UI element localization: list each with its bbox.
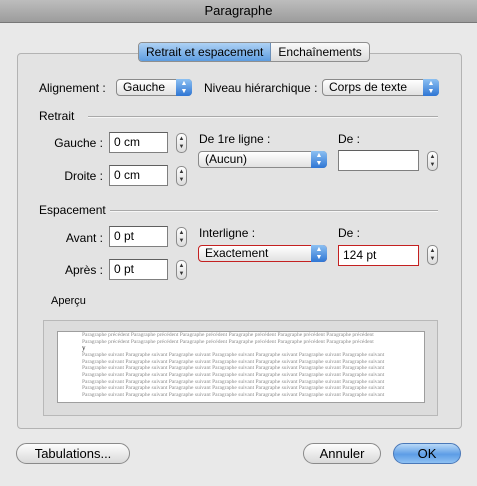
settings-pane: Retrait et espacement Enchaînements Alig… (17, 42, 462, 429)
retrait-de-field[interactable] (338, 150, 419, 171)
retrait-section-label: Retrait (39, 109, 75, 123)
tab-control: Retrait et espacement Enchaînements (138, 42, 370, 62)
alignement-label: Alignement : (39, 81, 106, 95)
apres-field[interactable]: 0 pt (109, 259, 168, 280)
preview-next-line: Paragraphe suivant Paragraphe suivant Pa… (82, 385, 385, 392)
preview-next-line: Paragraphe suivant Paragraphe suivant Pa… (82, 352, 385, 359)
popup-arrows-icon: ▲ ▼ (176, 79, 192, 96)
niveau-label: Niveau hiérarchique : (204, 81, 318, 95)
apercu-preview: Paragraphe précédent Paragraphe précéden… (57, 331, 425, 403)
popup-arrows-icon: ▲ ▼ (311, 245, 327, 262)
retrait-separator (88, 116, 438, 118)
avant-field[interactable]: 0 pt (109, 226, 168, 247)
droite-stepper[interactable]: ▲ ▼ (176, 166, 187, 186)
droite-field[interactable]: 0 cm (109, 165, 168, 186)
preview-current-text: y (82, 344, 86, 353)
preview-next-line: Paragraphe suivant Paragraphe suivant Pa… (82, 358, 385, 365)
retrait-de-stepper[interactable]: ▲ ▼ (427, 151, 438, 171)
tabulations-button[interactable]: Tabulations... (16, 443, 130, 464)
interligne-popup[interactable]: Exactement ▲ ▼ (198, 245, 327, 262)
window-title: Paragraphe (0, 0, 477, 23)
avant-stepper[interactable]: ▲ ▼ (176, 227, 187, 247)
ok-button[interactable]: OK (393, 443, 461, 464)
espacement-de-field[interactable]: 124 pt (338, 245, 419, 266)
apercu-label: Aperçu (51, 295, 86, 307)
annuler-button[interactable]: Annuler (303, 443, 381, 464)
avant-label: Avant : (65, 231, 103, 245)
premiere-ligne-label: De 1re ligne : (199, 132, 271, 146)
gauche-label: Gauche : (54, 136, 103, 150)
premiere-ligne-value: (Aucun) (205, 152, 248, 166)
interligne-value: Exactement (205, 246, 269, 260)
tab-retrait-espacement[interactable]: Retrait et espacement (139, 43, 272, 61)
espacement-de-label: De : (338, 226, 361, 240)
niveau-popup[interactable]: Corps de texte ▲ ▼ (322, 79, 439, 96)
alignement-value: Gauche (123, 80, 166, 94)
espacement-section-label: Espacement (39, 203, 106, 217)
preview-previous-line: Paragraphe précédent Paragraphe précéden… (82, 338, 374, 345)
preview-next-line: Paragraphe suivant Paragraphe suivant Pa… (82, 391, 385, 398)
preview-next-line: Paragraphe suivant Paragraphe suivant Pa… (82, 378, 385, 385)
espacement-separator (110, 210, 438, 212)
popup-arrows-icon: ▲ ▼ (311, 151, 327, 168)
espacement-de-stepper[interactable]: ▲ ▼ (427, 245, 438, 265)
gauche-stepper[interactable]: ▲ ▼ (176, 133, 187, 153)
popup-arrows-icon: ▲ ▼ (423, 79, 439, 96)
tab-enchainements[interactable]: Enchaînements (271, 43, 368, 61)
apres-label: Après : (64, 263, 103, 277)
retrait-de-label: De : (338, 132, 361, 146)
apres-stepper[interactable]: ▲ ▼ (176, 260, 187, 280)
preview-next-line: Paragraphe suivant Paragraphe suivant Pa… (82, 365, 385, 372)
apercu-box: Paragraphe précédent Paragraphe précéden… (43, 320, 438, 416)
interligne-label: Interligne : (199, 226, 256, 240)
preview-next-line: Paragraphe suivant Paragraphe suivant Pa… (82, 371, 385, 378)
droite-label: Droite : (64, 169, 103, 183)
gauche-field[interactable]: 0 cm (109, 132, 168, 153)
alignement-popup[interactable]: Gauche ▲ ▼ (116, 79, 192, 96)
premiere-ligne-popup[interactable]: (Aucun) ▲ ▼ (198, 151, 327, 168)
paragraph-dialog: Retrait et espacement Enchaînements Alig… (0, 23, 477, 486)
preview-previous-line: Paragraphe précédent Paragraphe précéden… (82, 332, 374, 338)
niveau-value: Corps de texte (329, 80, 408, 94)
